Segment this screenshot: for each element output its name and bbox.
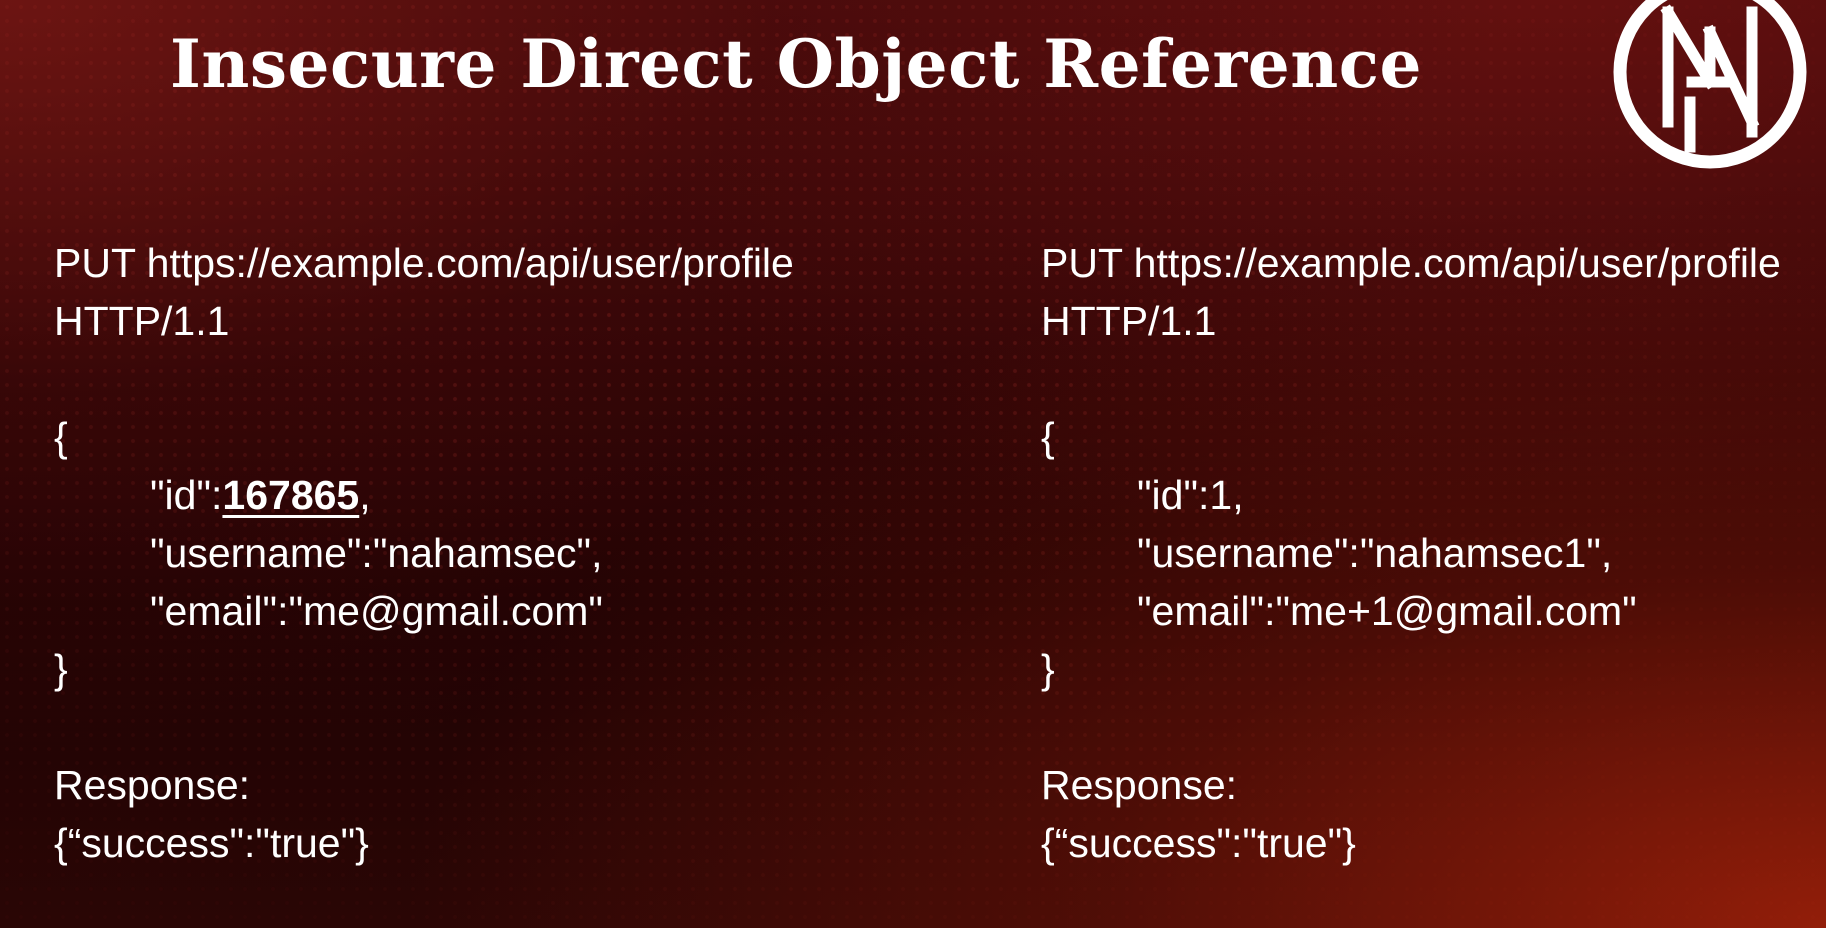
json-id-key: "id":	[150, 472, 223, 518]
json-email-line: "email":"me@gmail.com"	[150, 588, 603, 634]
response-body: {“success":"true"}	[54, 820, 369, 866]
json-id-value: 167865	[222, 472, 360, 518]
json-id-line: "id":1,	[1041, 466, 1821, 524]
request-panel-modified: PUT https://example.com/api/user/profile…	[1041, 234, 1821, 872]
json-open-brace: {	[54, 414, 68, 460]
json-username-line: "username":"nahamsec1",	[1137, 530, 1613, 576]
request-line: PUT https://example.com/api/user/profile	[54, 240, 794, 286]
slide-title: Insecure Direct Object Reference	[170, 25, 1422, 103]
response-body: {“success":"true"}	[1041, 820, 1356, 866]
request-panel-original: PUT https://example.com/api/user/profile…	[54, 234, 894, 872]
json-id-comma: ,	[1232, 472, 1244, 518]
json-open-brace: {	[1041, 414, 1055, 460]
nm-monogram-circle-icon	[1613, 0, 1807, 169]
response-label: Response:	[54, 762, 251, 808]
json-username-line: "username":"nahamsec",	[150, 530, 603, 576]
response-label: Response:	[1041, 762, 1238, 808]
request-line: PUT https://example.com/api/user/profile	[1041, 240, 1781, 286]
json-email-line: "email":"me+1@gmail.com"	[1137, 588, 1637, 634]
json-id-key: "id":	[1137, 472, 1210, 518]
json-close-brace: }	[54, 646, 68, 692]
json-id-comma: ,	[359, 472, 371, 518]
protocol-version: HTTP/1.1	[54, 298, 230, 344]
protocol-version: HTTP/1.1	[1041, 298, 1217, 344]
json-id-line: "id":167865,	[54, 466, 894, 524]
json-close-brace: }	[1041, 646, 1055, 692]
json-id-value: 1	[1209, 472, 1233, 518]
